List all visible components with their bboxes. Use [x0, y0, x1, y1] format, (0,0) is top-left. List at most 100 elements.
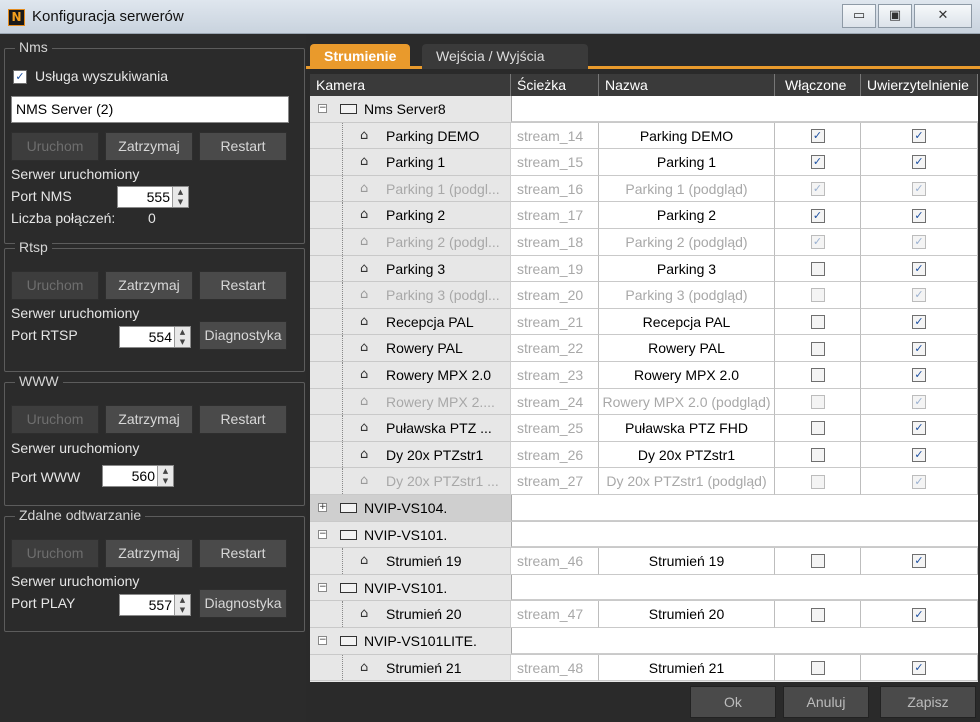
rtsp-diagnostics-button[interactable]: Diagnostyka	[199, 321, 287, 350]
column-header-path[interactable]: Ścieżka	[511, 74, 599, 96]
table-row[interactable]: ⌂ Rowery MPX 2.... stream_24 Rowery MPX 2.0…	[310, 388, 978, 416]
enabled-checkbox[interactable]	[810, 341, 825, 356]
auth-checkbox[interactable]: ✓	[912, 341, 926, 356]
camera-cell[interactable]: ⌂ Parking 2 (podgl...	[310, 229, 511, 256]
path-cell[interactable]: stream_19	[511, 255, 599, 283]
enabled-checkbox[interactable]	[810, 660, 825, 675]
enabled-checkbox[interactable]: ✓	[810, 128, 825, 143]
camera-cell[interactable]: ⌂ Parking 2	[310, 202, 511, 229]
auth-checkbox[interactable]: ✓	[912, 315, 926, 330]
path-cell[interactable]: stream_21	[511, 308, 599, 336]
path-cell[interactable]: stream_26	[511, 441, 599, 469]
column-header-auth[interactable]: Uwierzytelnienie	[861, 74, 978, 96]
collapse-icon[interactable]: −	[318, 582, 327, 592]
rtsp-restart-button[interactable]: Restart	[199, 271, 287, 300]
nms-port-spinner[interactable]: 555 ▲ ▼	[117, 186, 189, 208]
spinner-arrows-icon[interactable]: ▲ ▼	[174, 327, 190, 347]
auth-checkbox[interactable]: ✓	[912, 368, 926, 383]
auth-checkbox[interactable]: ✓	[912, 607, 926, 622]
camera-cell[interactable]: ⌂ Rowery MPX 2.0	[310, 362, 511, 389]
camera-cell[interactable]: ⌂ Parking 1 (podgl...	[310, 175, 511, 203]
save-button[interactable]: Zapisz	[880, 686, 976, 718]
rtsp-start-button[interactable]: Uruchom	[11, 271, 99, 300]
name-cell[interactable]: Rowery MPX 2.0	[599, 362, 775, 389]
table-row[interactable]: ⌂ Dy 20x PTZstr1 ... stream_27 Dy 20x PTZst…	[310, 468, 978, 495]
camera-cell[interactable]: − NVIP-VS101LITE.	[310, 628, 978, 655]
camera-cell[interactable]: ⌂ Strumień 20	[310, 601, 511, 628]
close-button[interactable]: ✕	[914, 4, 972, 28]
table-row[interactable]: ⌂ Puławska PTZ ... stream_25 Puławska PTZ F…	[310, 415, 978, 442]
auth-checkbox[interactable]: ✓	[912, 155, 926, 170]
enabled-checkbox[interactable]	[810, 368, 825, 383]
table-row[interactable]: ⌂ Dy 20x PTZstr1 stream_26 Dy 20x PTZstr1 ✓	[310, 441, 978, 469]
enabled-checkbox[interactable]: ✓	[810, 182, 825, 197]
camera-cell[interactable]: ⌂ Strumień 21	[310, 654, 511, 682]
ok-button[interactable]: Ok	[690, 686, 776, 718]
table-row[interactable]: ⌂ Rowery MPX 2.0 stream_23 Rowery MPX 2.0 ✓	[310, 362, 978, 389]
name-cell[interactable]: Strumień 19	[599, 548, 775, 575]
auth-checkbox[interactable]: ✓	[912, 182, 926, 197]
spinner-arrows-icon[interactable]: ▲ ▼	[157, 466, 173, 486]
nms-start-button[interactable]: Uruchom	[11, 132, 99, 161]
server-row[interactable]: + NVIP-VS104.	[310, 495, 978, 522]
nms-restart-button[interactable]: Restart	[199, 132, 287, 161]
enabled-checkbox[interactable]	[810, 261, 825, 276]
maximize-button[interactable]: ▣	[878, 4, 912, 28]
camera-cell[interactable]: ⌂ Parking 1	[310, 149, 511, 176]
name-cell[interactable]: Parking 3 (podgląd)	[599, 282, 775, 309]
auth-checkbox[interactable]: ✓	[912, 554, 926, 569]
enabled-checkbox[interactable]: ✓	[810, 155, 825, 170]
name-cell[interactable]: Recepcja PAL	[599, 308, 775, 336]
tab-streams[interactable]: Strumienie	[310, 44, 411, 69]
enabled-checkbox[interactable]: ✓	[810, 208, 825, 223]
table-row[interactable]: ⌂ Parking 1 (podgl... stream_16 Parking 1 (…	[310, 175, 978, 203]
path-cell[interactable]: stream_22	[511, 335, 599, 362]
name-cell[interactable]: Parking 1 (podgląd)	[599, 175, 775, 203]
spinner-arrows-icon[interactable]: ▲ ▼	[172, 187, 188, 207]
play-start-button[interactable]: Uruchom	[11, 539, 99, 568]
name-cell[interactable]: Parking 1	[599, 149, 775, 176]
camera-cell[interactable]: − NVIP-VS101.	[310, 521, 978, 549]
www-stop-button[interactable]: Zatrzymaj	[105, 405, 193, 434]
auth-checkbox[interactable]: ✓	[912, 208, 926, 223]
table-row[interactable]: ⌂ Parking 1 stream_15 Parking 1 ✓ ✓	[310, 149, 978, 176]
minimize-button[interactable]: ▭	[842, 4, 876, 28]
path-cell[interactable]: stream_25	[511, 415, 599, 442]
play-diagnostics-button[interactable]: Diagnostyka	[199, 589, 287, 618]
table-row[interactable]: ⌂ Parking 2 stream_17 Parking 2 ✓ ✓	[310, 202, 978, 229]
enabled-checkbox[interactable]	[810, 474, 825, 489]
table-row[interactable]: ⌂ Strumień 19 stream_46 Strumień 19 ✓	[310, 548, 978, 575]
cancel-button[interactable]: Anuluj	[783, 686, 869, 718]
path-cell[interactable]: stream_16	[511, 175, 599, 203]
camera-cell[interactable]: ⌂ Strumień 19	[310, 548, 511, 575]
camera-cell[interactable]: ⌂ Recepcja PAL	[310, 308, 511, 336]
enabled-checkbox[interactable]: ✓	[810, 235, 825, 250]
camera-cell[interactable]: ⌂ Dy 20x PTZstr1 ...	[310, 468, 511, 495]
path-cell[interactable]: stream_15	[511, 149, 599, 176]
path-cell[interactable]: stream_24	[511, 388, 599, 416]
auth-checkbox[interactable]: ✓	[912, 394, 926, 409]
camera-cell[interactable]: ⌂ Dy 20x PTZstr1	[310, 441, 511, 469]
camera-cell[interactable]: ⌂ Rowery MPX 2....	[310, 388, 511, 416]
www-port-spinner[interactable]: 560 ▲ ▼	[102, 465, 174, 487]
www-start-button[interactable]: Uruchom	[11, 405, 99, 434]
enabled-checkbox[interactable]	[810, 607, 825, 622]
camera-cell[interactable]: − NVIP-VS101.	[310, 574, 978, 602]
auth-checkbox[interactable]: ✓	[912, 261, 926, 276]
nms-stop-button[interactable]: Zatrzymaj	[105, 132, 193, 161]
column-header-name[interactable]: Nazwa	[599, 74, 775, 96]
name-cell[interactable]: Dy 20x PTZstr1 (podgląd)	[599, 468, 775, 495]
table-row[interactable]: ⌂ Rowery PAL stream_22 Rowery PAL ✓	[310, 335, 978, 362]
enabled-checkbox[interactable]	[810, 554, 825, 569]
server-row[interactable]: − Nms Server8	[310, 96, 978, 123]
name-cell[interactable]: Parking 2 (podgląd)	[599, 229, 775, 256]
collapse-icon[interactable]: −	[318, 636, 327, 645]
path-cell[interactable]: stream_47	[511, 601, 599, 628]
path-cell[interactable]: stream_20	[511, 282, 599, 309]
path-cell[interactable]: stream_18	[511, 229, 599, 256]
play-restart-button[interactable]: Restart	[199, 539, 287, 568]
table-row[interactable]: ⌂ Strumień 21 stream_48 Strumień 21 ✓	[310, 654, 978, 682]
column-header-camera[interactable]: Kamera	[310, 74, 511, 96]
server-row[interactable]: − NVIP-VS101LITE.	[310, 628, 978, 655]
name-cell[interactable]: Parking 3	[599, 255, 775, 283]
